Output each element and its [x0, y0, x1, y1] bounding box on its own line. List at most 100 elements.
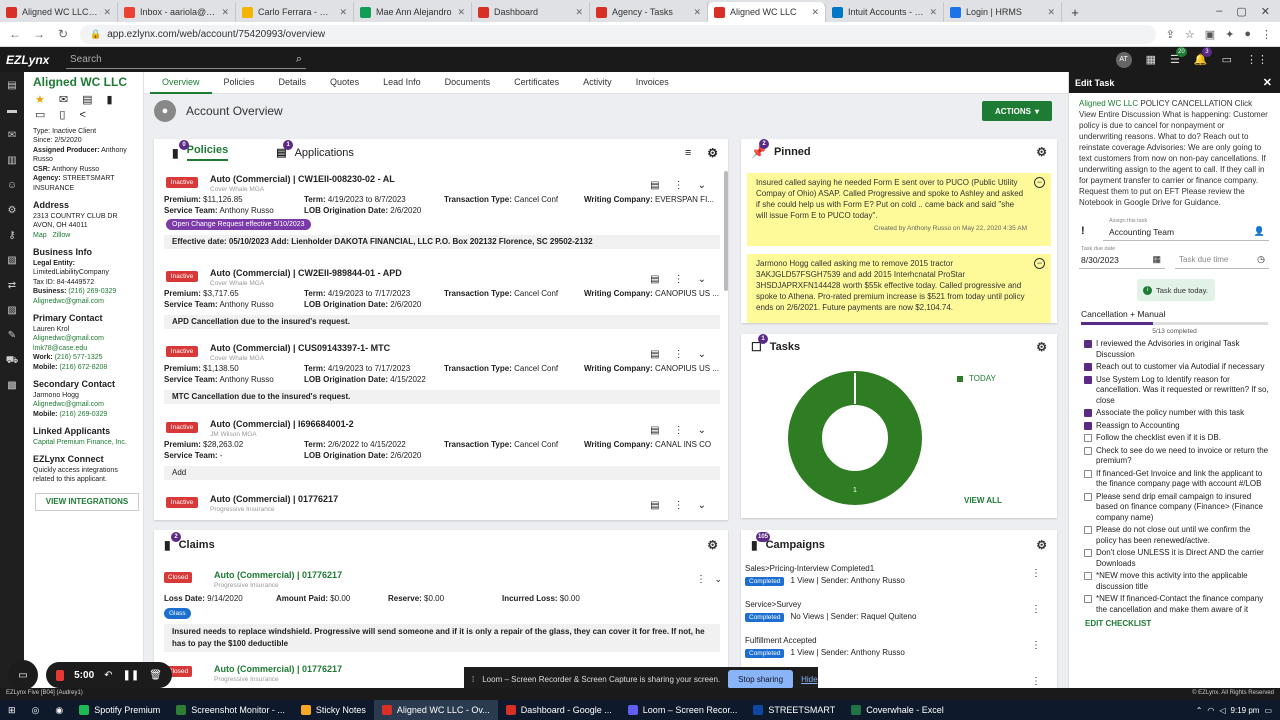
checkbox[interactable] — [1084, 469, 1092, 478]
campaign-row[interactable]: Service>Survey Completed No Views | Sender… — [745, 600, 1051, 622]
policy-document-icon[interactable]: ▤ — [650, 425, 659, 436]
claims-settings-gear-icon[interactable]: ⚙ — [707, 538, 718, 552]
claim-more-icon[interactable]: ⋮ — [696, 574, 706, 585]
favorite-star-icon[interactable]: ★ — [35, 94, 45, 106]
due-time-field[interactable]: Task due time ◷ — [1175, 247, 1269, 269]
email-icon[interactable]: ✉ — [59, 94, 68, 106]
volume-icon[interactable]: ◁ — [1219, 706, 1225, 715]
bell-icon[interactable]: 🔔 3 — [1194, 47, 1212, 66]
tab-details[interactable]: Details — [267, 72, 319, 94]
policy-document-icon[interactable]: ▤ — [650, 349, 659, 360]
tab-quotes[interactable]: Quotes — [318, 72, 371, 94]
share-client-icon[interactable]: < — [79, 110, 85, 121]
person-icon[interactable]: 👤 — [1254, 226, 1265, 237]
search-input[interactable]: Search ⌕ — [66, 51, 306, 69]
chart-icon[interactable]: ▥ — [7, 153, 16, 169]
tab-close-icon[interactable]: ✕ — [339, 7, 347, 18]
policy-title[interactable]: Auto (Commercial) | CW2EII-989844-01 - A… — [210, 268, 402, 278]
claims-icon[interactable]: ▨ — [7, 303, 16, 319]
policy-expand-chevron-icon[interactable]: ⌄ — [698, 274, 706, 285]
taskbar-app[interactable]: Sticky Notes — [293, 700, 374, 720]
tab-policies[interactable]: Policies — [186, 144, 229, 161]
policy-expand-chevron-icon[interactable]: ⌄ — [698, 500, 706, 511]
checkbox[interactable] — [1084, 572, 1092, 580]
campaign-name[interactable]: Fulfillment Accepted — [745, 636, 1051, 645]
pause-icon[interactable]: ❚❚ — [123, 670, 140, 681]
tab-close-icon[interactable]: ✕ — [1047, 7, 1055, 18]
taskbar-app[interactable]: STREETSMART — [745, 700, 843, 720]
hide-button[interactable]: Hide — [801, 675, 817, 684]
policy-document-icon[interactable]: ▤ — [650, 500, 659, 511]
tab-close-icon[interactable]: ✕ — [929, 7, 937, 18]
edit-checklist-button[interactable]: EDIT CHECKLIST — [1085, 619, 1280, 628]
policy-title[interactable]: Auto (Commercial) | I696684001-2 — [210, 419, 354, 429]
policy-more-icon[interactable]: ⋮ — [674, 349, 684, 360]
assign-field[interactable]: Assign this task Accounting Team 👤 — [1103, 218, 1269, 241]
browser-tab[interactable]: Dashboard ✕ — [472, 2, 590, 22]
window-icon[interactable]: ▭ — [1222, 53, 1232, 66]
drag-handle-icon[interactable]: ⁞ — [472, 675, 474, 684]
zillow-link[interactable]: Zillow — [52, 232, 70, 239]
close-window-icon[interactable]: ✕ — [1261, 5, 1270, 18]
tab-applications[interactable]: Applications — [295, 147, 354, 159]
tab-policies[interactable]: Policies — [212, 72, 267, 94]
pinned-note-1[interactable]: − Insured called saying he needed Form E… — [747, 173, 1051, 246]
checklist-item[interactable]: Please do not close out until we confirm… — [1069, 525, 1280, 546]
tasks-settings-gear-icon[interactable]: ⚙ — [1036, 340, 1047, 354]
mobile-phone[interactable]: (216) 672-8208 — [59, 364, 107, 371]
checklist-item[interactable]: Check to see do we need to invoice or re… — [1069, 446, 1280, 467]
browser-tab[interactable]: Mae Ann Alejandro ✕ — [354, 2, 472, 22]
campaigns-settings-gear-icon[interactable]: ⚙ — [1036, 538, 1047, 552]
policy-row[interactable]: Inactive Auto (Commercial) | CW2EII-98984… — [162, 265, 720, 335]
policy-more-icon[interactable]: ⋮ — [674, 274, 684, 285]
checklist-item[interactable]: Reassign to Accounting — [1069, 421, 1280, 432]
share-icon[interactable]: ⇪ — [1166, 28, 1175, 41]
policy-more-icon[interactable]: ⋮ — [674, 425, 684, 436]
checklist-item[interactable]: Associate the policy number with this ta… — [1069, 408, 1280, 419]
task-client-link[interactable]: Aligned WC LLC — [1079, 99, 1138, 108]
tab-activity[interactable]: Activity — [571, 72, 624, 94]
checkbox[interactable] — [1084, 409, 1092, 417]
policy-icon[interactable]: ▧ — [7, 253, 16, 269]
campaign-row[interactable]: Fulfillment Accepted Completed 1 View | Se… — [745, 636, 1051, 658]
people-icon[interactable]: ☺ — [7, 178, 17, 194]
sms-icon[interactable]: ▤ — [82, 94, 92, 106]
browser-tab[interactable]: Aligned WC LLC ✕ — [708, 2, 826, 22]
tab-close-icon[interactable]: ✕ — [811, 7, 819, 18]
view-all-tasks-link[interactable]: VIEW ALL — [964, 496, 1002, 505]
browser-tab[interactable]: Agency - Tasks ✕ — [590, 2, 708, 22]
close-panel-icon[interactable]: ✕ — [1263, 76, 1272, 89]
minimize-icon[interactable]: – — [1216, 5, 1222, 17]
claim-title[interactable]: Auto (Commercial) | 01776217 — [214, 664, 342, 674]
campaign-more-icon[interactable]: ⋮ — [1031, 568, 1041, 579]
checklist-item[interactable]: Please send drip email campaign to insur… — [1069, 492, 1280, 524]
tab-close-icon[interactable]: ✕ — [221, 7, 229, 18]
puzzle-icon[interactable]: ✦ — [1225, 28, 1234, 41]
taskbar-app[interactable]: Aligned WC LLC - Ov... — [373, 700, 498, 720]
tab-certificates[interactable]: Certificates — [502, 72, 571, 94]
claim-title[interactable]: Auto (Commercial) | 01776217 — [214, 570, 342, 580]
user-avatar[interactable]: AT — [1115, 51, 1132, 68]
trash-icon[interactable]: 🗑 — [149, 670, 162, 681]
tab-close-icon[interactable]: ✕ — [457, 7, 465, 18]
unpin-icon[interactable]: − — [1034, 177, 1045, 188]
policy-scrollbar[interactable] — [724, 171, 728, 291]
browser-icon[interactable]: ◉ — [47, 700, 71, 720]
checkbox[interactable] — [1084, 526, 1092, 534]
business-email[interactable]: Alignedwc@gmail.com — [33, 297, 134, 307]
mail-icon[interactable]: ✉ — [8, 128, 16, 144]
campaign-more-icon[interactable]: ⋮ — [1031, 676, 1041, 687]
camera-icon[interactable]: ▭ — [8, 660, 38, 690]
checkbox[interactable] — [1084, 363, 1092, 371]
linked-applicant-link[interactable]: Capital Premium Finance, Inc. — [33, 438, 134, 448]
undo-icon[interactable]: ↶ — [104, 670, 112, 681]
campaign-more-icon[interactable]: ⋮ — [1031, 640, 1041, 651]
due-date-field[interactable]: Task due date 8/30/2023 ▦ — [1079, 246, 1165, 269]
cart-icon[interactable]: ⛟ — [6, 353, 19, 369]
reload-icon[interactable]: ↻ — [56, 27, 70, 41]
work-phone[interactable]: (216) 577-1325 — [55, 354, 103, 361]
checkbox[interactable] — [1084, 549, 1092, 557]
checklist-item[interactable]: Reach out to customer via Autodial if ne… — [1069, 362, 1280, 373]
wifi-icon[interactable]: ◠ — [1207, 706, 1214, 715]
notification-icon[interactable]: ▭ — [1264, 706, 1272, 715]
